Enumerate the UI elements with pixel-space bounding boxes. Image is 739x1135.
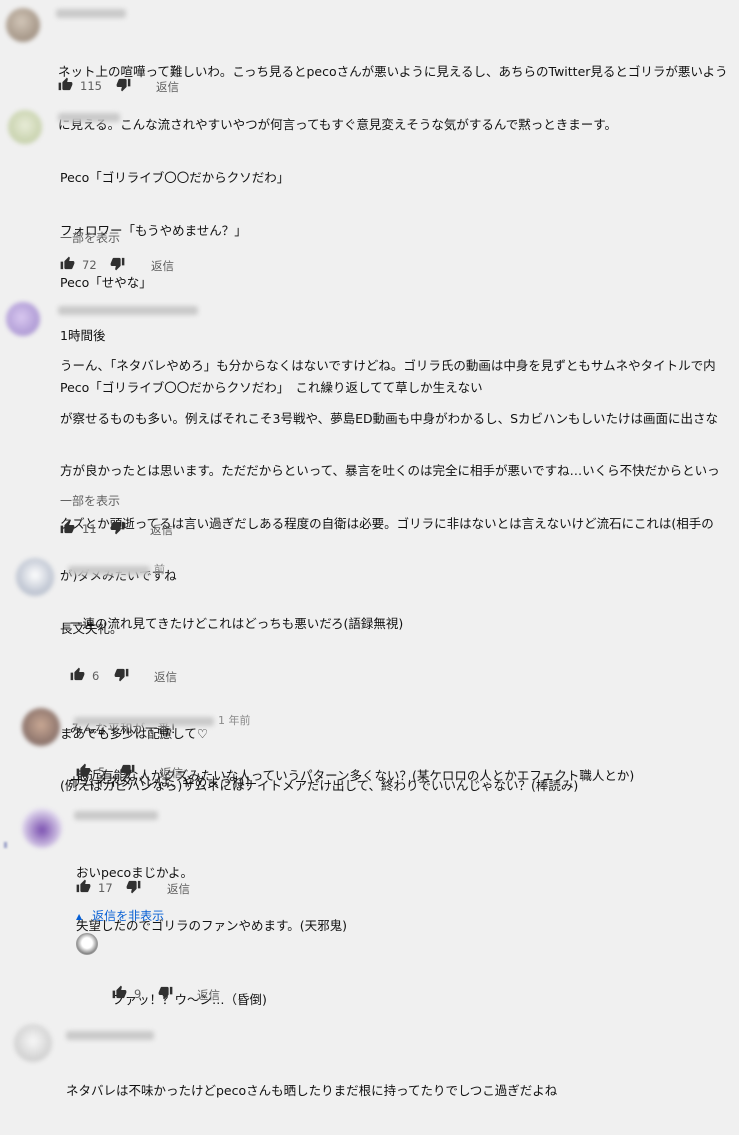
thumbs-up-icon[interactable] xyxy=(112,985,127,1000)
like-count: 6 xyxy=(92,669,100,683)
like-count: 11 xyxy=(82,522,97,536)
avatar[interactable] xyxy=(76,933,98,955)
thumbs-down-icon[interactable] xyxy=(158,985,173,1000)
hide-replies-button[interactable]: ▲ 返信を非表示 xyxy=(76,907,164,924)
show-more-button[interactable]: 一部を表示 xyxy=(60,492,120,509)
reply-button[interactable]: 返信 xyxy=(154,669,177,685)
comment-line: が察せるものも多い。例えばそれこそ3号戦や、夢島ED動画も中身がわかるし、Sカビ… xyxy=(60,410,719,426)
comment-text: ネタバレは不味かったけどpecoさんも晒したりまだ根に持ってたりでしつこ過ぎだよ… xyxy=(66,1047,557,1135)
reply-button[interactable]: 返信 xyxy=(150,522,173,538)
decorative-mark xyxy=(4,842,7,848)
like-count: 9 xyxy=(134,987,142,1001)
comment-author[interactable] xyxy=(56,6,130,19)
thumbs-down-icon[interactable] xyxy=(120,763,135,778)
avatar[interactable] xyxy=(22,708,60,746)
avatar[interactable] xyxy=(8,110,42,144)
thumbs-down-icon[interactable] xyxy=(110,520,125,535)
avatar[interactable] xyxy=(16,558,54,596)
comment-actions: 6 返信 xyxy=(70,667,270,685)
thumbs-up-icon[interactable] xyxy=(70,667,85,682)
avatar[interactable] xyxy=(14,1024,52,1062)
comment-author[interactable] xyxy=(58,110,124,123)
comment-actions: 5 返信 xyxy=(76,763,276,781)
comment-time: 1 年前 xyxy=(218,714,251,727)
thumbs-down-icon[interactable] xyxy=(110,256,125,271)
comment-author[interactable] xyxy=(58,303,202,316)
reply-button[interactable]: 返信 xyxy=(151,258,174,274)
reply-button[interactable]: 返信 xyxy=(160,765,183,781)
thumbs-up-icon[interactable] xyxy=(60,520,75,535)
like-count: 72 xyxy=(82,258,97,272)
caret-up-icon: ▲ xyxy=(76,912,83,921)
comment-author[interactable] xyxy=(66,1028,158,1041)
comment-author[interactable]: 前 xyxy=(68,561,165,577)
show-more-button[interactable]: 一部を表示 xyxy=(60,229,120,246)
comment-line: Peco「せやな」 xyxy=(60,275,152,290)
thumbs-up-icon[interactable] xyxy=(76,763,91,778)
comment-author[interactable]: 1 年前 xyxy=(74,712,251,728)
comment-line: 方が良かったとは思います。ただだからといって、暴言を吐くのは完全に相手が悪いです… xyxy=(60,463,720,478)
comment-line: フォロワー「もうやめません？」 xyxy=(60,222,247,238)
thumbs-down-icon[interactable] xyxy=(126,879,141,894)
like-count: 115 xyxy=(80,79,102,93)
reply-button[interactable]: 返信 xyxy=(167,881,190,897)
comment-text: おいpecoまじかよ。 失望したのでゴリラのファンやめます。(天邪鬼) xyxy=(76,829,347,969)
comment-actions: 72 返信 xyxy=(60,256,260,274)
comment-author[interactable] xyxy=(74,808,162,821)
thumbs-up-icon[interactable] xyxy=(58,77,73,92)
thumbs-down-icon[interactable] xyxy=(116,77,131,92)
thumbs-up-icon[interactable] xyxy=(76,879,91,894)
reply-button[interactable]: 返信 xyxy=(197,987,220,1003)
thumbs-down-icon[interactable] xyxy=(114,667,129,682)
comment-actions: 115 返信 xyxy=(58,77,258,95)
comment-line: ネタバレは不味かったけどpecoさんも晒したりまだ根に持ってたりでしつこ過ぎだよ… xyxy=(66,1083,558,1098)
like-count: 5 xyxy=(98,765,106,779)
comment-line: うーん、「ネタバレやめろ」も分からなくはないですけどね。ゴリラ氏の動画は中身を見… xyxy=(60,358,716,373)
reply-actions: 9 返信 xyxy=(112,985,312,1003)
comment-line: Peco「ゴリライブ〇〇だからクソだわ」 xyxy=(60,170,290,185)
avatar[interactable] xyxy=(22,808,62,848)
comment-time: 前 xyxy=(154,563,165,576)
hide-replies-label: 返信を非表示 xyxy=(92,909,165,923)
avatar[interactable] xyxy=(6,302,40,336)
comment-actions: 11 返信 xyxy=(60,520,260,538)
avatar[interactable] xyxy=(6,8,40,42)
comment-line: 一連の流れ見てきたけどこれはどっちも悪いだろ(語録無視) xyxy=(70,616,404,631)
comment-line: に見える。こんな流されやすいやつが何言ってもすぐ意見変えそうな気がするんで黙っと… xyxy=(58,116,618,132)
comment-actions: 17 返信 xyxy=(76,879,276,897)
reply-button[interactable]: 返信 xyxy=(156,79,179,95)
like-count: 17 xyxy=(98,881,113,895)
thumbs-up-icon[interactable] xyxy=(60,256,75,271)
